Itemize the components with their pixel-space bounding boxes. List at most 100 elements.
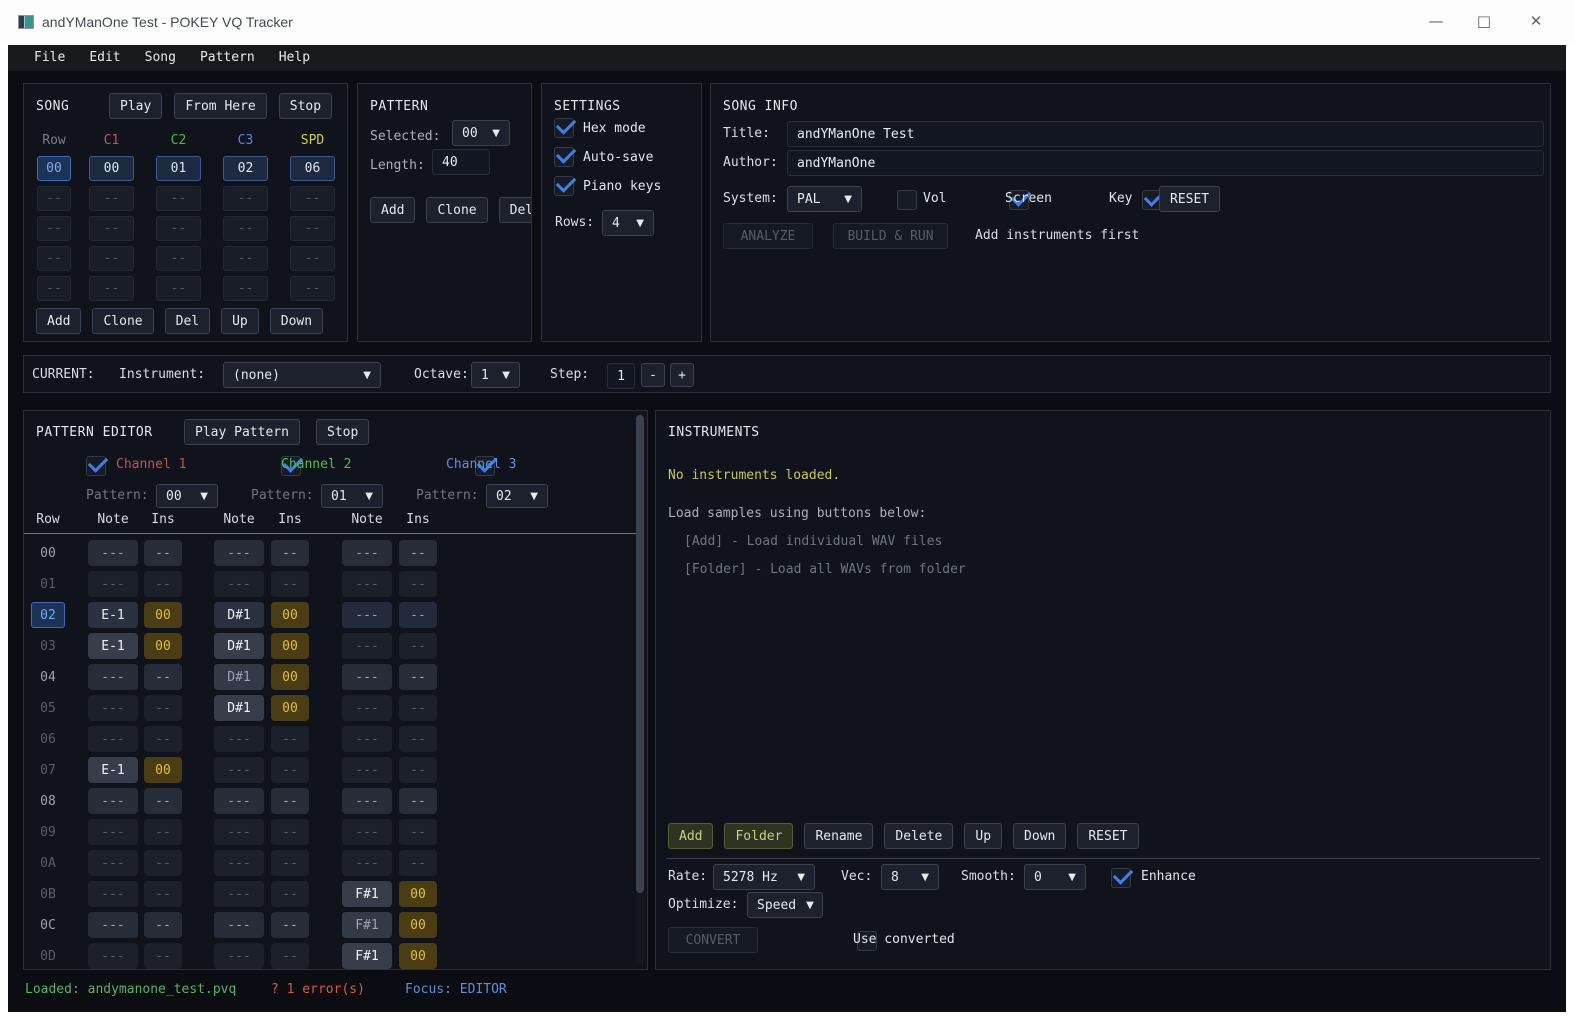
note-cell[interactable]: D#1: [214, 602, 264, 628]
channel-2-pattern-dropdown[interactable]: 01 ▼: [321, 484, 383, 508]
optimize-dropdown[interactable]: Speed ▼: [747, 892, 823, 918]
ins-cell[interactable]: --: [144, 726, 182, 752]
note-cell[interactable]: ---: [214, 571, 264, 597]
instrument-up-button[interactable]: Up: [964, 823, 1003, 849]
instrument-add-button[interactable]: Add: [668, 823, 714, 849]
song-cell[interactable]: --: [223, 216, 268, 241]
ins-cell[interactable]: --: [271, 726, 309, 752]
play-pattern-button[interactable]: Play Pattern: [184, 419, 300, 445]
note-cell[interactable]: ---: [342, 788, 392, 814]
song-cell[interactable]: --: [290, 186, 335, 211]
note-cell[interactable]: ---: [342, 757, 392, 783]
note-cell[interactable]: E-1: [88, 633, 138, 659]
note-cell[interactable]: ---: [342, 664, 392, 690]
note-cell[interactable]: ---: [88, 943, 138, 969]
rate-dropdown[interactable]: 5278 Hz ▼: [713, 864, 815, 890]
ins-cell[interactable]: --: [399, 788, 437, 814]
note-cell[interactable]: E-1: [88, 757, 138, 783]
song-cell[interactable]: --: [156, 186, 201, 211]
ins-cell[interactable]: --: [399, 633, 437, 659]
note-cell[interactable]: ---: [342, 540, 392, 566]
pattern-length-field[interactable]: 40: [432, 149, 490, 175]
ins-cell[interactable]: --: [399, 540, 437, 566]
note-cell[interactable]: ---: [214, 788, 264, 814]
channel-1-pattern-dropdown[interactable]: 00 ▼: [156, 484, 218, 508]
note-cell[interactable]: ---: [342, 602, 392, 628]
smooth-dropdown[interactable]: 0 ▼: [1024, 864, 1086, 890]
note-cell[interactable]: ---: [88, 540, 138, 566]
pattern-row-number[interactable]: 06: [31, 726, 65, 752]
ins-cell[interactable]: --: [399, 850, 437, 876]
note-cell[interactable]: ---: [214, 881, 264, 907]
ins-cell[interactable]: 00: [144, 602, 182, 628]
ins-cell[interactable]: 00: [144, 757, 182, 783]
note-cell[interactable]: ---: [88, 819, 138, 845]
pattern-row-number[interactable]: 0C: [31, 912, 65, 938]
song-order-del-button[interactable]: Del: [164, 308, 211, 334]
author-field[interactable]: [787, 150, 1544, 176]
note-cell[interactable]: D#1: [214, 664, 264, 690]
instrument-reset-button[interactable]: RESET: [1077, 823, 1139, 849]
note-cell[interactable]: E-1: [88, 602, 138, 628]
note-cell[interactable]: D#1: [214, 695, 264, 721]
enhance-checkbox[interactable]: [1111, 867, 1131, 888]
song-cell[interactable]: --: [89, 246, 134, 271]
ins-cell[interactable]: --: [144, 943, 182, 969]
pattern-row-number[interactable]: 0D: [31, 943, 65, 969]
ins-cell[interactable]: 00: [144, 633, 182, 659]
ins-cell[interactable]: --: [399, 819, 437, 845]
song-cell[interactable]: --: [223, 186, 268, 211]
song-cell[interactable]: 06: [290, 156, 335, 181]
channel-3-pattern-dropdown[interactable]: 02 ▼: [486, 484, 548, 508]
note-cell[interactable]: ---: [342, 819, 392, 845]
ins-cell[interactable]: --: [144, 664, 182, 690]
ins-cell[interactable]: --: [271, 757, 309, 783]
pattern-selected-dropdown[interactable]: 00 ▼: [452, 120, 510, 146]
ins-cell[interactable]: --: [144, 540, 182, 566]
vec-dropdown[interactable]: 8 ▼: [881, 864, 939, 890]
note-cell[interactable]: ---: [214, 540, 264, 566]
note-cell[interactable]: ---: [88, 695, 138, 721]
ins-cell[interactable]: --: [144, 695, 182, 721]
note-cell[interactable]: ---: [88, 912, 138, 938]
ins-cell[interactable]: 00: [399, 943, 437, 969]
note-cell[interactable]: ---: [214, 757, 264, 783]
ins-cell[interactable]: --: [144, 571, 182, 597]
ins-cell[interactable]: --: [399, 757, 437, 783]
pattern-add-button[interactable]: Add: [370, 197, 416, 223]
note-cell[interactable]: ---: [342, 726, 392, 752]
title-field[interactable]: [787, 121, 1544, 147]
pattern-row-number[interactable]: 04: [31, 664, 65, 690]
note-cell[interactable]: ---: [88, 881, 138, 907]
note-cell[interactable]: ---: [342, 850, 392, 876]
stop-pattern-button[interactable]: Stop: [316, 419, 370, 445]
note-cell[interactable]: F#1: [342, 943, 392, 969]
pattern-row-number[interactable]: 0B: [31, 881, 65, 907]
step-minus-button[interactable]: -: [641, 363, 665, 387]
song-order-clone-button[interactable]: Clone: [92, 308, 154, 334]
note-cell[interactable]: F#1: [342, 881, 392, 907]
note-cell[interactable]: ---: [88, 850, 138, 876]
song-cell[interactable]: --: [89, 186, 134, 211]
system-dropdown[interactable]: PAL ▼: [787, 186, 862, 212]
ins-cell[interactable]: --: [399, 726, 437, 752]
pattern-del-button[interactable]: Del: [498, 197, 531, 223]
ins-cell[interactable]: --: [271, 788, 309, 814]
menu-help[interactable]: Help: [269, 45, 320, 71]
step-value-field[interactable]: 1: [607, 363, 635, 389]
song-row-number[interactable]: --: [37, 216, 71, 241]
song-row-number[interactable]: --: [37, 246, 71, 271]
ins-cell[interactable]: 00: [399, 881, 437, 907]
instrument-rename-button[interactable]: Rename: [804, 823, 874, 849]
ins-cell[interactable]: --: [399, 571, 437, 597]
note-cell[interactable]: ---: [88, 571, 138, 597]
maximize-button[interactable]: □: [1472, 12, 1496, 30]
pattern-row-number[interactable]: 01: [31, 571, 65, 597]
ins-cell[interactable]: --: [271, 540, 309, 566]
pattern-row-number[interactable]: 09: [31, 819, 65, 845]
song-cell[interactable]: --: [290, 276, 335, 301]
step-plus-button[interactable]: +: [670, 363, 694, 387]
song-cell[interactable]: --: [89, 276, 134, 301]
song-cell[interactable]: --: [156, 246, 201, 271]
reset-button[interactable]: RESET: [1159, 186, 1221, 212]
